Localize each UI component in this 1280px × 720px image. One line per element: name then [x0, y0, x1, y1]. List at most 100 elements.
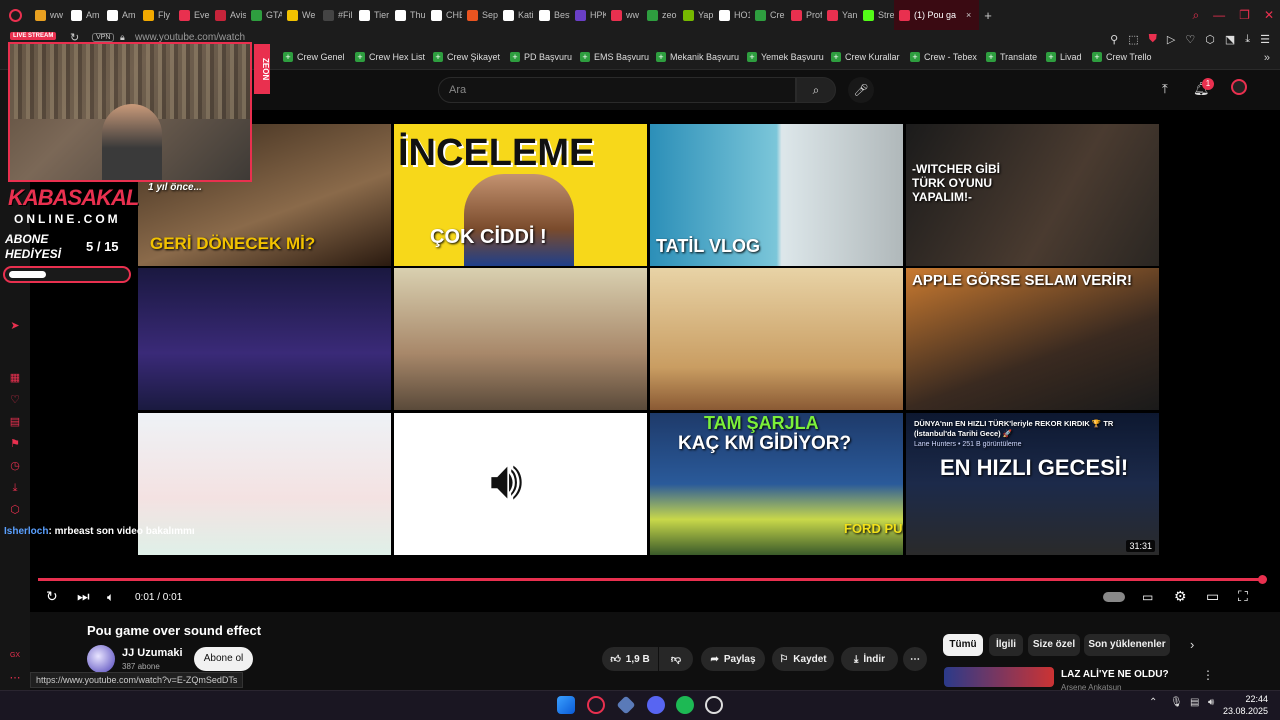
bookmark-item[interactable]: + Mekanik Başvuru: [656, 52, 739, 62]
search-input[interactable]: [439, 78, 795, 102]
dislike-button[interactable]: 👎︎: [659, 647, 693, 671]
bookmarks-more-icon[interactable]: »: [1264, 52, 1270, 64]
endscreen-video-8[interactable]: APPLE GÖRSE SELAM VERİR!: [906, 268, 1159, 410]
subscribe-button[interactable]: Abone ol: [194, 647, 253, 671]
related-video-title[interactable]: LAZ ALİ'YE NE OLDU?: [1061, 669, 1169, 680]
endscreen-video-12[interactable]: DÜNYA'nın EN HIZLI TÜRK'leriyle REKOR KI…: [906, 413, 1159, 555]
tab-13[interactable]: Kati: [498, 0, 534, 30]
bookmark-item[interactable]: + PD Başvuru: [510, 52, 572, 62]
opera-menu-button[interactable]: [0, 0, 30, 30]
sidebar-extensions-icon[interactable]: ⬡: [9, 504, 21, 516]
restore-icon[interactable]: ❐: [1239, 8, 1250, 22]
tab-5[interactable]: Avis: [210, 0, 246, 30]
bookmark-item[interactable]: + Crew Genel: [283, 52, 345, 62]
tab-9[interactable]: Tier: [354, 0, 390, 30]
snapshot-icon[interactable]: ⬚: [1128, 33, 1138, 46]
opera-gx-taskbar-icon[interactable]: [587, 696, 605, 714]
endscreen-playlist-1[interactable]: [138, 268, 391, 410]
filter-chip[interactable]: Tümü: [943, 634, 983, 656]
tab-18[interactable]: Yap: [678, 0, 714, 30]
tab-11[interactable]: CHE: [426, 0, 462, 30]
tray-network-icon[interactable]: ▤: [1190, 697, 1199, 708]
tab-close-icon[interactable]: ×: [966, 10, 971, 20]
theater-mode-icon[interactable]: ▭: [1206, 588, 1219, 605]
voice-search-button[interactable]: 🎤︎: [848, 77, 874, 103]
bookmark-item[interactable]: + EMS Başvuru: [580, 52, 649, 62]
filter-chip[interactable]: Size özel: [1028, 634, 1080, 656]
channel-name[interactable]: JJ Uzumaki: [122, 647, 183, 659]
bookmark-item[interactable]: + Livad: [1046, 52, 1082, 62]
subtitles-icon[interactable]: ▭: [1142, 590, 1153, 604]
bookmark-item[interactable]: + Yemek Başvuru: [747, 52, 824, 62]
bookmark-item[interactable]: + Crew Şikayet: [433, 52, 500, 62]
endscreen-video-11[interactable]: TAM ŞARJLA KAÇ KM GİDİYOR? FORD PUMA: [650, 413, 903, 555]
autoplay-toggle[interactable]: [1103, 592, 1125, 602]
tab-17[interactable]: zeo: [642, 0, 678, 30]
sidebar-apps-icon[interactable]: ▦: [9, 372, 21, 384]
tab-14[interactable]: Best: [534, 0, 570, 30]
tray-volume-icon[interactable]: 🔊︎: [1208, 697, 1214, 708]
download-button[interactable]: ⤓ İndir: [841, 647, 898, 671]
filter-chip[interactable]: İlgili: [989, 634, 1023, 656]
endscreen-mute-overlay[interactable]: 🔊︎: [394, 413, 647, 555]
progress-bar[interactable]: [38, 578, 1264, 581]
tab-active[interactable]: (1) Pou ga ×: [894, 0, 980, 30]
volume-icon[interactable]: 🔈︎: [107, 590, 114, 605]
tray-overflow-icon[interactable]: ⌃: [1149, 697, 1157, 708]
tab-8[interactable]: #Fil: [318, 0, 354, 30]
tab-22[interactable]: Yan: [822, 0, 858, 30]
player-icon[interactable]: ▷: [1167, 33, 1175, 46]
vpn-badge[interactable]: VPN: [92, 33, 115, 42]
chips-next-icon[interactable]: ›: [1190, 637, 1194, 652]
replay-icon[interactable]: ↻: [46, 588, 58, 605]
more-actions-button[interactable]: ⋯: [903, 647, 927, 671]
filter-chip[interactable]: Son yüklenenler: [1084, 634, 1170, 656]
sidebar-favorites-icon[interactable]: ♡: [9, 394, 21, 406]
close-window-icon[interactable]: ✕: [1264, 8, 1274, 22]
cart-icon[interactable]: ⬔: [1225, 33, 1235, 46]
pin-icon[interactable]: ⚲: [1110, 33, 1118, 46]
sidebar-download-icon[interactable]: ⤓: [9, 482, 21, 494]
settings-gear-icon[interactable]: ⚙: [1174, 588, 1187, 605]
progress-scrubber[interactable]: [1258, 575, 1267, 584]
share-button[interactable]: ➦ Paylaş: [701, 647, 765, 671]
tab-19[interactable]: HO1: [714, 0, 750, 30]
tab-1[interactable]: Am: [66, 0, 102, 30]
tab-2[interactable]: Am: [102, 0, 138, 30]
search-tabs-icon[interactable]: ⌕: [1192, 8, 1199, 23]
tray-mic-icon[interactable]: 🎙︎: [1170, 697, 1183, 708]
menu-icon[interactable]: ☰: [1260, 33, 1270, 46]
system-clock[interactable]: 22:44 23.08.2025: [1223, 693, 1268, 717]
related-video-menu-icon[interactable]: ⋮: [1202, 668, 1214, 682]
sidebar-notes-icon[interactable]: ▤: [9, 416, 21, 428]
endscreen-video-3[interactable]: TATİL VLOG: [650, 124, 903, 266]
account-avatar[interactable]: [1231, 79, 1247, 95]
tab-23[interactable]: Stre: [858, 0, 894, 30]
fullscreen-icon[interactable]: ⛶: [1238, 588, 1248, 605]
windows-start-icon[interactable]: [557, 696, 575, 714]
minimize-icon[interactable]: —: [1213, 8, 1225, 22]
extensions-icon[interactable]: ⬡: [1205, 33, 1215, 46]
heart-icon[interactable]: ♡: [1185, 33, 1195, 46]
search-button[interactable]: ⌕: [796, 77, 836, 103]
tab-15[interactable]: HPK: [570, 0, 606, 30]
bookmark-item[interactable]: + Crew Trello: [1092, 52, 1152, 62]
tab-4[interactable]: Eve: [174, 0, 210, 30]
tab-20[interactable]: Cre: [750, 0, 786, 30]
save-button[interactable]: ⚐ Kaydet: [772, 647, 834, 671]
sidebar-bookmark-icon[interactable]: ⚑: [9, 438, 21, 450]
upload-icon[interactable]: ⤒: [1162, 81, 1168, 97]
tab-6[interactable]: GTA: [246, 0, 282, 30]
endscreen-video-2[interactable]: İNCELEME ÇOK CİDDİ !: [394, 124, 647, 266]
bookmark-item[interactable]: + Crew Kurallar: [831, 52, 900, 62]
like-button[interactable]: 👍︎ 1,9 B: [602, 647, 658, 671]
related-video-thumbnail[interactable]: [944, 667, 1054, 687]
bookmark-item[interactable]: + Crew Hex List: [355, 52, 425, 62]
endscreen-video-7[interactable]: [650, 268, 903, 410]
endscreen-video-4[interactable]: -WITCHER GİBİ TÜRK OYUNU YAPALIM!-: [906, 124, 1159, 266]
tab-12[interactable]: Sep: [462, 0, 498, 30]
sidebar-more-icon[interactable]: ⋯: [9, 672, 21, 684]
bookmark-item[interactable]: + Translate: [986, 52, 1037, 62]
steam-taskbar-icon[interactable]: [705, 696, 723, 714]
video-player[interactable]: 1 yıl önce... GERİ DÖNECEK Mİ? İNCELEME …: [30, 110, 1280, 612]
